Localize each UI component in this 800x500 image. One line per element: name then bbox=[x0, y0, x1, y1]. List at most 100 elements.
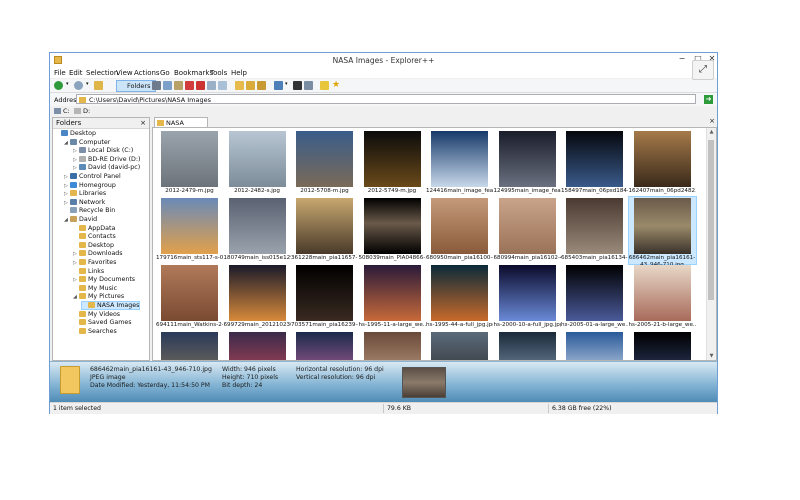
drive-d-button[interactable]: D: bbox=[74, 107, 90, 115]
file-tile[interactable]: 361228main_pia11657-... bbox=[291, 197, 358, 264]
file-tile[interactable]: 2012-5708-m.jpg bbox=[291, 130, 358, 197]
title-bar[interactable]: NASA Images - Explorer++ − □ ✕ bbox=[50, 53, 717, 69]
forward-icon[interactable] bbox=[74, 81, 83, 90]
file-tile[interactable] bbox=[426, 331, 493, 360]
file-tile[interactable]: 2012-2482-s.jpg bbox=[224, 130, 291, 197]
file-tile[interactable]: 508039main_PIA04866-... bbox=[359, 197, 426, 264]
tree-item[interactable]: Recycle Bin bbox=[64, 207, 115, 214]
views-icon[interactable] bbox=[274, 81, 283, 90]
copy-to-folder-icon[interactable] bbox=[246, 81, 255, 90]
tree-item[interactable]: My Music bbox=[73, 284, 117, 292]
properties-icon[interactable] bbox=[207, 81, 216, 90]
tree-item[interactable]: Contacts bbox=[73, 233, 116, 240]
file-tile[interactable]: hs-2005-01-a-large_we... bbox=[561, 264, 628, 331]
refresh-icon[interactable] bbox=[304, 81, 313, 90]
file-tile[interactable]: 680950main_pia16100-4... bbox=[426, 197, 493, 264]
views-dropdown-icon[interactable]: ▾ bbox=[285, 81, 289, 90]
scroll-down-arrow-icon[interactable]: ▼ bbox=[707, 353, 716, 359]
menu-edit[interactable]: Edit bbox=[69, 69, 83, 77]
tree-item[interactable]: AppData bbox=[73, 224, 115, 232]
forward-dropdown-icon[interactable]: ▾ bbox=[86, 81, 90, 90]
tree-item[interactable]: My Videos bbox=[73, 310, 120, 318]
bookmark-add-icon[interactable] bbox=[320, 81, 329, 90]
back-icon[interactable] bbox=[54, 81, 63, 90]
file-tile[interactable] bbox=[561, 331, 628, 360]
file-tile[interactable]: hs-2000-10-a-full_jpg.jpg bbox=[494, 264, 561, 331]
file-tile[interactable] bbox=[291, 331, 358, 360]
menu-file[interactable]: File bbox=[54, 69, 66, 77]
back-dropdown-icon[interactable]: ▾ bbox=[66, 81, 70, 90]
command-prompt-icon[interactable] bbox=[293, 81, 302, 90]
copy-icon[interactable] bbox=[163, 81, 172, 90]
drive-c-button[interactable]: C: bbox=[54, 107, 70, 115]
file-tile[interactable]: 179716main_sts117-s-0... bbox=[156, 197, 223, 264]
file-tile[interactable] bbox=[359, 331, 426, 360]
tree-item[interactable]: Desktop bbox=[55, 130, 96, 137]
tab-close-icon[interactable]: × bbox=[709, 117, 715, 125]
bookmarks-star-icon[interactable]: ★ bbox=[332, 81, 341, 90]
tree-item[interactable]: ▷ Favorites bbox=[73, 259, 116, 266]
file-tile[interactable]: 180749main_iss015e129... bbox=[224, 197, 291, 264]
tree-item[interactable]: ▷ Libraries bbox=[64, 190, 106, 197]
menu-actions[interactable]: Actions bbox=[134, 69, 160, 77]
file-tile[interactable]: 2012-2479-m.jpg bbox=[156, 130, 223, 197]
move-to-folder-icon[interactable] bbox=[257, 81, 266, 90]
file-tile[interactable]: 124416main_image_fea... bbox=[426, 130, 493, 197]
go-arrow-icon[interactable]: ➜ bbox=[704, 95, 713, 104]
file-tile[interactable]: 703571main_pia16239-4... bbox=[291, 264, 358, 331]
file-tile[interactable]: 694111main_Watkins-2-... bbox=[156, 264, 223, 331]
menu-go[interactable]: Go bbox=[160, 69, 170, 77]
vertical-scrollbar[interactable]: ▲ ▼ bbox=[706, 128, 716, 360]
rename-icon[interactable] bbox=[218, 81, 227, 90]
tree-item[interactable]: ▷ Local Disk (C:) bbox=[73, 147, 133, 154]
paste-icon[interactable] bbox=[174, 81, 183, 90]
file-tile[interactable]: hs-1995-44-a-full_jpg.jpg bbox=[426, 264, 493, 331]
menu-help[interactable]: Help bbox=[231, 69, 247, 77]
file-tile[interactable]: hs-2005-21-b-large_we... bbox=[629, 264, 696, 331]
file-tile[interactable]: 2012-5749-m.jpg bbox=[359, 130, 426, 197]
tree-item[interactable]: NASA Images bbox=[80, 301, 141, 310]
tree-item[interactable]: ▷ Control Panel bbox=[64, 173, 121, 180]
delete-icon[interactable] bbox=[185, 81, 194, 90]
scrollbar-thumb[interactable] bbox=[708, 140, 714, 300]
menu-view[interactable]: View bbox=[116, 69, 133, 77]
file-tile[interactable]: 162407main_06pd2482... bbox=[629, 130, 696, 197]
file-tile[interactable]: hs-1995-11-a-large_we... bbox=[359, 264, 426, 331]
tab-nasa-images[interactable]: NASA Images bbox=[154, 117, 208, 137]
menu-bookmarks[interactable]: Bookmarks bbox=[174, 69, 213, 77]
menu-selection[interactable]: Selection bbox=[86, 69, 118, 77]
file-tile[interactable]: 124995main_image_fea... bbox=[494, 130, 561, 197]
tree-item[interactable]: ▷ Network bbox=[64, 198, 105, 206]
cut-icon[interactable] bbox=[152, 81, 161, 90]
address-input[interactable]: C:\Users\David\Pictures\NASA Images bbox=[76, 94, 696, 104]
tree-item[interactable]: ▷ My Documents bbox=[73, 276, 135, 283]
tree-item[interactable]: ◢ David bbox=[64, 216, 97, 223]
file-tile[interactable]: 699729main_201210230... bbox=[224, 264, 291, 331]
minimize-button[interactable]: − bbox=[674, 53, 690, 65]
tree-item[interactable]: ▷ David (david-pc) bbox=[73, 164, 140, 171]
tree-item[interactable]: ◢ My Pictures bbox=[73, 293, 124, 300]
tree-item[interactable]: ▷ Homegroup bbox=[64, 181, 116, 189]
file-tile[interactable]: 686462main_pia16161-43_946-710.jpg bbox=[627, 196, 697, 268]
tree-item[interactable]: Searches bbox=[73, 327, 117, 335]
tree-item[interactable]: ▷ BD-RE Drive (D:) bbox=[73, 155, 140, 163]
delete-permanently-icon[interactable] bbox=[196, 81, 205, 90]
tree-item[interactable]: Desktop bbox=[73, 241, 114, 249]
file-tile[interactable] bbox=[224, 331, 291, 360]
file-tile[interactable] bbox=[629, 331, 696, 360]
new-folder-icon[interactable] bbox=[235, 81, 244, 90]
up-folder-icon[interactable] bbox=[94, 81, 103, 90]
tree-item[interactable]: ▷ Downloads bbox=[73, 250, 123, 257]
folders-pane-close-icon[interactable]: × bbox=[140, 118, 146, 128]
file-tile[interactable] bbox=[494, 331, 561, 360]
tree-item[interactable]: ◢ Computer bbox=[64, 138, 110, 146]
menu-tools[interactable]: Tools bbox=[210, 69, 227, 77]
tree-item[interactable]: Saved Games bbox=[73, 319, 131, 326]
folders-button[interactable]: Folders bbox=[116, 80, 156, 92]
expand-icon[interactable]: ⤢ bbox=[692, 60, 714, 80]
scroll-up-arrow-icon[interactable]: ▲ bbox=[707, 129, 716, 135]
file-tile[interactable]: 680994main_pia16102-4... bbox=[494, 197, 561, 264]
file-tile[interactable]: 685403main_pia16134-... bbox=[561, 197, 628, 264]
file-tile[interactable] bbox=[156, 331, 223, 360]
file-tile[interactable]: 158497main_06psd184-... bbox=[561, 130, 628, 197]
